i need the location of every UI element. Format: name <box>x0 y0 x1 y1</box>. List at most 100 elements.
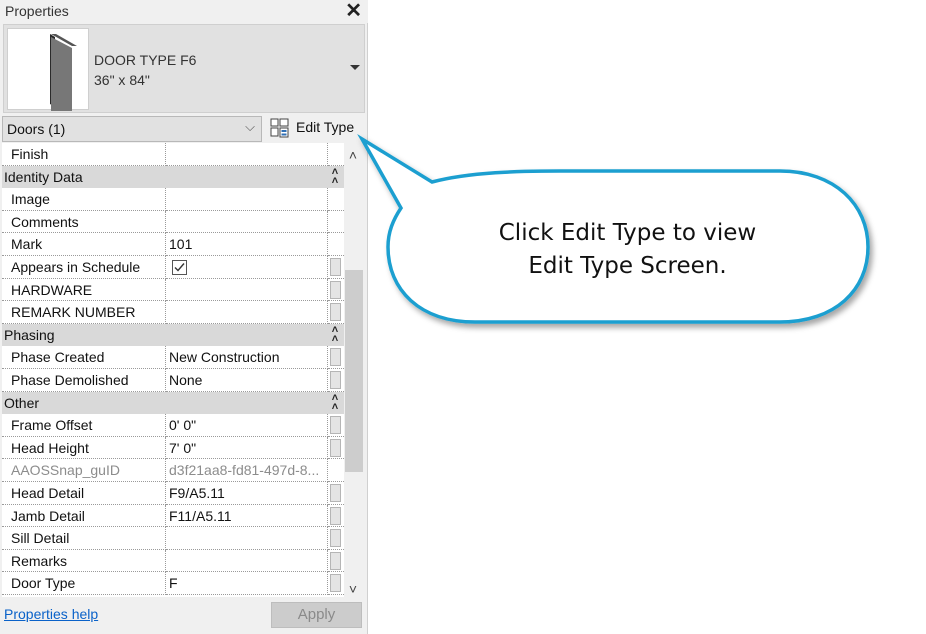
property-row: Phase Demolished None <box>2 369 344 392</box>
property-value[interactable]: None <box>166 369 328 392</box>
parameter-association-cell <box>328 369 344 392</box>
callout-line-1: Click Edit Type to view <box>498 220 757 246</box>
property-value[interactable] <box>166 210 328 234</box>
associate-parameter-button[interactable] <box>330 551 341 570</box>
properties-help-link[interactable]: Properties help <box>4 606 98 622</box>
chevron-down-icon: ⌵ <box>245 119 255 134</box>
property-value[interactable]: 7' 0" <box>166 436 328 460</box>
property-value[interactable]: F9/A5.11 <box>166 482 328 505</box>
properties-panel: Properties ✕ DOOR TYPE F6 36" x 84" Door… <box>0 0 368 634</box>
property-name: Mark <box>2 233 166 256</box>
associate-parameter-button[interactable] <box>330 303 341 322</box>
property-name: AAOSSnap_guID <box>2 459 166 482</box>
associate-parameter-button[interactable] <box>330 348 341 367</box>
panel-titlebar: Properties ✕ <box>0 0 368 23</box>
door-icon <box>50 34 77 111</box>
parameter-association-cell <box>328 550 344 573</box>
parameter-association-cell <box>328 527 344 550</box>
property-row: Sill Detail <box>2 527 344 550</box>
checkmark-icon <box>174 263 185 272</box>
property-value[interactable]: F <box>166 572 328 595</box>
parameter-association-cell <box>328 256 344 279</box>
category-filter-value: Doors (1) <box>7 121 66 137</box>
property-name: Jamb Detail <box>2 504 166 528</box>
group-label: Other <box>4 394 40 411</box>
associate-parameter-button[interactable] <box>330 280 341 299</box>
callout-text: Click Edit Type to view Edit Type Screen… <box>420 217 835 283</box>
property-value[interactable]: 101 <box>166 233 328 256</box>
property-row: Mark 101 <box>2 233 344 256</box>
associate-parameter-button[interactable] <box>330 258 341 276</box>
property-value[interactable] <box>166 188 328 211</box>
property-value[interactable] <box>166 527 328 550</box>
associate-parameter-button[interactable] <box>330 438 341 457</box>
parameter-association-cell <box>328 301 344 324</box>
close-icon[interactable]: ✕ <box>345 0 362 22</box>
parameter-association-cell <box>328 143 344 166</box>
associate-parameter-button[interactable] <box>330 529 341 548</box>
associate-parameter-button[interactable] <box>330 506 341 525</box>
property-row: Comments <box>2 210 344 234</box>
dropdown-arrow-icon[interactable] <box>350 65 360 70</box>
property-row: Head Detail F9/A5.11 <box>2 482 344 505</box>
panel-title: Properties <box>5 3 69 19</box>
property-value[interactable] <box>166 143 328 166</box>
property-row: Finish <box>2 143 344 166</box>
property-name: Phase Demolished <box>2 369 166 392</box>
apply-button[interactable]: Apply <box>271 602 362 628</box>
property-value[interactable]: F11/A5.11 <box>166 504 328 528</box>
property-name: Appears in Schedule <box>2 256 166 279</box>
property-name: Comments <box>2 210 166 234</box>
parameter-association-cell <box>328 346 344 369</box>
property-name: Head Detail <box>2 482 166 505</box>
edit-type-button[interactable]: Edit Type <box>268 116 364 140</box>
property-value[interactable]: 0' 0" <box>166 414 328 437</box>
property-value[interactable] <box>166 278 328 302</box>
property-row: Frame Offset 0' 0" <box>2 414 344 437</box>
property-row: Appears in Schedule <box>2 256 344 279</box>
parameter-association-cell <box>328 505 344 528</box>
group-label: Phasing <box>4 326 55 343</box>
parameter-association-cell <box>328 233 344 256</box>
property-name: REMARK NUMBER <box>2 301 166 324</box>
appears-in-schedule-checkbox[interactable] <box>172 260 187 275</box>
scroll-up-icon[interactable]: ˄ <box>346 148 360 162</box>
associate-parameter-button[interactable] <box>330 416 341 435</box>
property-name: Image <box>2 188 166 211</box>
property-value[interactable] <box>166 549 328 573</box>
property-row: Remarks <box>2 549 344 573</box>
parameter-association-cell <box>328 188 344 211</box>
property-row: AAOSSnap_guID d3f21aa8-fd81-497d-8... <box>2 459 344 482</box>
property-row: Door Type F <box>2 572 344 595</box>
parameter-association-cell <box>328 459 344 482</box>
edit-type-label: Edit Type <box>296 119 355 135</box>
property-name: Frame Offset <box>2 414 166 437</box>
type-selector[interactable]: DOOR TYPE F6 36" x 84" <box>3 24 365 113</box>
property-value[interactable] <box>166 301 328 324</box>
parameter-association-cell <box>328 414 344 437</box>
property-name: Remarks <box>2 549 166 573</box>
collapse-group-icon[interactable]: ˄ ˄ <box>328 324 342 344</box>
property-row: HARDWARE <box>2 278 344 302</box>
group-header: Other ˄ ˄ <box>2 391 344 415</box>
property-name: Head Height <box>2 436 166 460</box>
edit-type-icon <box>270 118 289 138</box>
properties-grid: Finish Identity Data ˄ ˄ Image Comments Mark 10… <box>2 143 344 597</box>
group-header: Phasing ˄ ˄ <box>2 323 344 347</box>
type-thumbnail <box>7 28 89 111</box>
associate-parameter-button[interactable] <box>330 371 341 389</box>
parameter-association-cell <box>328 572 344 595</box>
collapse-group-icon[interactable]: ˄ ˄ <box>328 166 342 186</box>
collapse-group-icon[interactable]: ˄ ˄ <box>328 392 342 412</box>
property-name: Finish <box>2 143 166 166</box>
property-value[interactable]: New Construction <box>166 346 328 369</box>
scroll-down-icon[interactable]: ˅ <box>346 582 360 596</box>
parameter-association-cell <box>328 279 344 302</box>
property-row: Jamb Detail F11/A5.11 <box>2 504 344 528</box>
associate-parameter-button[interactable] <box>330 574 341 593</box>
associate-parameter-button[interactable] <box>330 484 341 502</box>
group-label: Identity Data <box>4 168 83 185</box>
category-filter-select[interactable]: Doors (1) ⌵ <box>2 116 262 142</box>
property-value[interactable] <box>166 256 328 279</box>
scrollbar-thumb[interactable] <box>345 270 363 472</box>
